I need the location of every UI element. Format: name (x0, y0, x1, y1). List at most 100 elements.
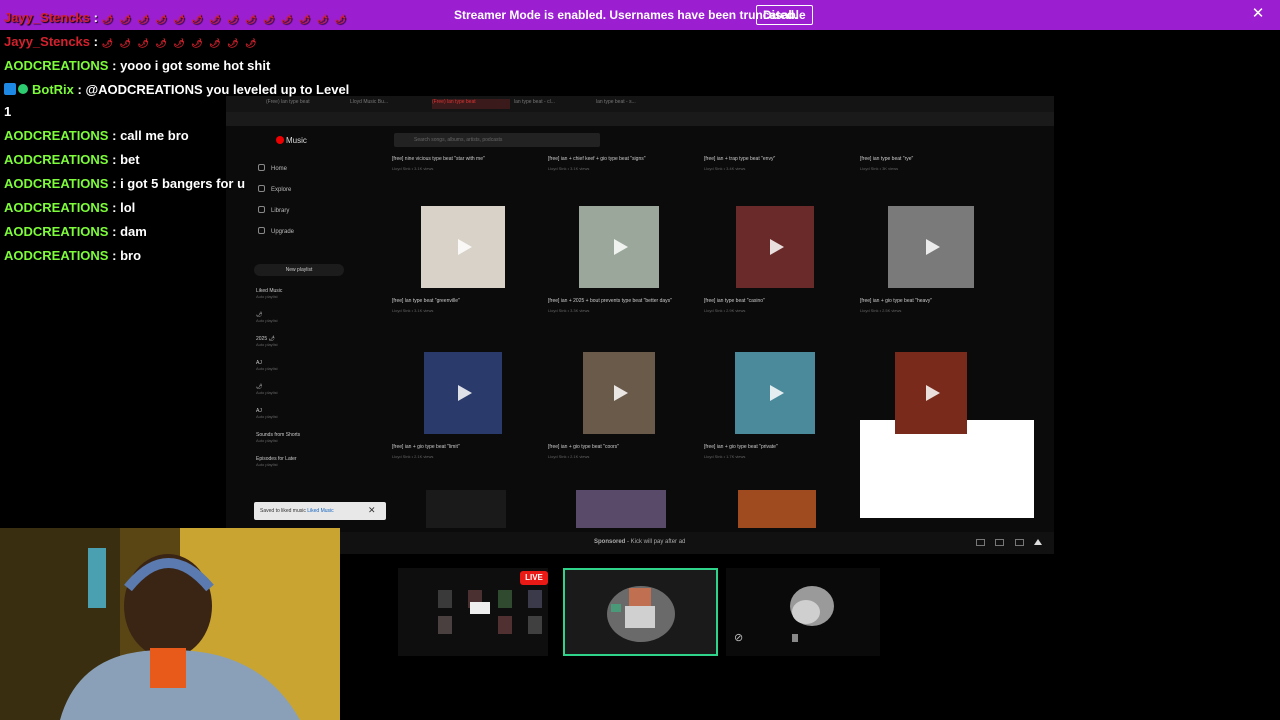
play-icon[interactable] (458, 239, 472, 255)
song-title[interactable]: [free] ian + trap type beat "envy" (704, 156, 775, 162)
playlist-subtitle: Auto playlist (256, 414, 278, 419)
song-title[interactable]: [free] ian + gio type beat "private" (704, 444, 778, 450)
chat-separator: : (112, 128, 117, 143)
chevron-up-icon[interactable] (1034, 539, 1042, 545)
chat-username[interactable]: Jayy_Stencks (4, 10, 90, 25)
close-icon[interactable]: ✕ (1250, 6, 1266, 22)
sidebar-playlist[interactable]: 🌶 Auto playlist (256, 384, 278, 395)
sidebar-playlist[interactable]: 2025 🌶 Auto playlist (256, 336, 278, 347)
browser-tab[interactable]: Lloyd Music Bu... (350, 99, 428, 109)
search-input[interactable]: Search songs, albums, artists, podcasts (394, 133, 600, 147)
chat-username[interactable]: AODCREATIONS (4, 58, 108, 73)
playlist-subtitle: Auto playlist (256, 366, 278, 371)
song-meta: Lloyd Sink • 1.7K views (704, 454, 746, 459)
nav-upgrade[interactable]: Upgrade (258, 227, 294, 235)
chat-username[interactable]: AODCREATIONS (4, 200, 108, 215)
chat-text: @AODCREATIONS you leveled up to Level (85, 82, 350, 97)
browser-tab[interactable]: (Free) lan type beat (266, 99, 344, 109)
chat-text: 1 (4, 104, 12, 119)
fullscreen-icon[interactable] (1015, 539, 1024, 546)
song-thumbnail[interactable] (736, 206, 814, 288)
chat-separator: : (112, 248, 117, 263)
song-title[interactable]: [free] ian + gio type beat "heavy" (860, 298, 932, 304)
play-icon[interactable] (926, 239, 940, 255)
song-thumbnail[interactable] (888, 206, 974, 288)
song-thumbnail[interactable] (424, 352, 502, 434)
sidebar-playlist[interactable]: Sounds from Shorts Auto playlist (256, 432, 300, 443)
song-thumbnail[interactable] (895, 352, 967, 434)
nav-home[interactable]: Home (258, 164, 287, 172)
playlist-subtitle: Auto playlist (256, 318, 278, 323)
song-meta: Lloyd Sink • 3.1K views (392, 166, 434, 171)
disable-streamer-mode-button[interactable]: Disable (756, 5, 813, 25)
song-thumbnail[interactable] (576, 490, 666, 528)
song-thumbnail[interactable] (735, 352, 815, 434)
browser-tab[interactable]: lan type beat - s... (596, 99, 674, 109)
app-logo[interactable]: Music (276, 136, 307, 145)
chat-username[interactable]: AODCREATIONS (4, 176, 108, 191)
verified-badge-icon (18, 84, 28, 94)
song-thumbnail[interactable] (579, 206, 659, 288)
chat-text: i got 5 bangers for u (120, 176, 246, 191)
browser-tab[interactable]: lan type beat - cl... (514, 99, 592, 109)
toast: Saved to liked music Liked Music (254, 502, 386, 520)
volume-icon[interactable] (976, 539, 985, 546)
stream-tile[interactable] (726, 568, 880, 656)
chat-username[interactable]: AODCREATIONS (4, 128, 108, 143)
playlist-subtitle: Auto playlist (256, 342, 278, 347)
song-title[interactable]: [free] ian type beat "casino" (704, 298, 765, 304)
song-title[interactable]: [free] ian + 2025 + bout prevents type b… (548, 298, 672, 304)
browser-tab-active[interactable]: (Free) lan type beat (432, 99, 510, 109)
library-icon (258, 206, 265, 213)
chat-text: dam (120, 224, 147, 239)
chat-username[interactable]: AODCREATIONS (4, 224, 108, 239)
song-thumbnail[interactable] (421, 206, 505, 288)
nav-label: Home (271, 166, 288, 172)
nav-explore[interactable]: Explore (258, 185, 291, 193)
sidebar-playlist[interactable]: AJ Auto playlist (256, 408, 278, 419)
play-icon[interactable] (770, 385, 784, 401)
sidebar-playlist[interactable]: Liked Music Auto playlist (256, 288, 282, 299)
song-meta: Lloyd Sink • 2.5K views (860, 308, 902, 313)
chat-message: AODCREATIONS : dam (4, 224, 147, 239)
song-thumbnail[interactable] (583, 352, 655, 434)
song-title[interactable]: [free] nine vicious type beat "star with… (392, 156, 485, 162)
banner-message: Streamer Mode is enabled. Usernames have… (454, 8, 798, 22)
toast-link[interactable]: Liked Music (307, 508, 333, 514)
address-bar[interactable] (226, 112, 1054, 126)
pip-icon[interactable] (995, 539, 1004, 546)
play-icon[interactable] (770, 239, 784, 255)
play-icon[interactable] (614, 239, 628, 255)
play-icon[interactable] (458, 385, 472, 401)
new-playlist-button[interactable]: New playlist (254, 264, 344, 276)
stream-tile-selected[interactable] (563, 568, 718, 656)
sidebar-playlist[interactable]: Episodes for Later Auto playlist (256, 456, 297, 467)
song-thumbnail[interactable] (426, 490, 506, 528)
play-icon[interactable] (614, 385, 628, 401)
song-title[interactable]: [free] ian + gio type beat "limit" (392, 444, 460, 450)
sidebar-playlist[interactable]: 🌶 Auto playlist (256, 312, 278, 323)
song-title[interactable]: [free] ian type beat "rye" (860, 156, 913, 162)
close-icon[interactable]: ✕ (368, 505, 376, 516)
chat-username[interactable]: Jayy_Stencks (4, 34, 90, 49)
song-title[interactable]: [free] ian + gio type beat "coors" (548, 444, 619, 450)
chat-username[interactable]: AODCREATIONS (4, 248, 108, 263)
song-title[interactable]: [free] lan type beat "greenville" (392, 298, 460, 304)
chat-username[interactable]: BotRix (32, 82, 74, 97)
nav-library[interactable]: Library (258, 206, 289, 214)
chat-username[interactable]: AODCREATIONS (4, 152, 108, 167)
play-icon[interactable] (926, 385, 940, 401)
webcam-image (0, 528, 340, 720)
song-thumbnail[interactable] (738, 490, 816, 528)
chat-separator: : (112, 224, 117, 239)
sponsored-bar: Sponsored - Kick will pay after ad (340, 532, 1054, 554)
chat-separator: : (112, 200, 117, 215)
sidebar-playlist[interactable]: AJ Auto playlist (256, 360, 278, 371)
nav-label: Explore (271, 187, 292, 193)
song-title[interactable]: [free] ian + chief keef + gio type beat … (548, 156, 646, 162)
chat-message: Jayy_Stencks : 🌶 🌶 🌶 🌶 🌶 🌶 🌶 🌶 🌶 (4, 34, 258, 49)
chat-separator: : (93, 34, 98, 49)
chat-separator: : (77, 82, 82, 97)
chat-message: AODCREATIONS : yooo i got some hot shit (4, 58, 270, 73)
sponsored-label: Sponsored (594, 539, 626, 545)
